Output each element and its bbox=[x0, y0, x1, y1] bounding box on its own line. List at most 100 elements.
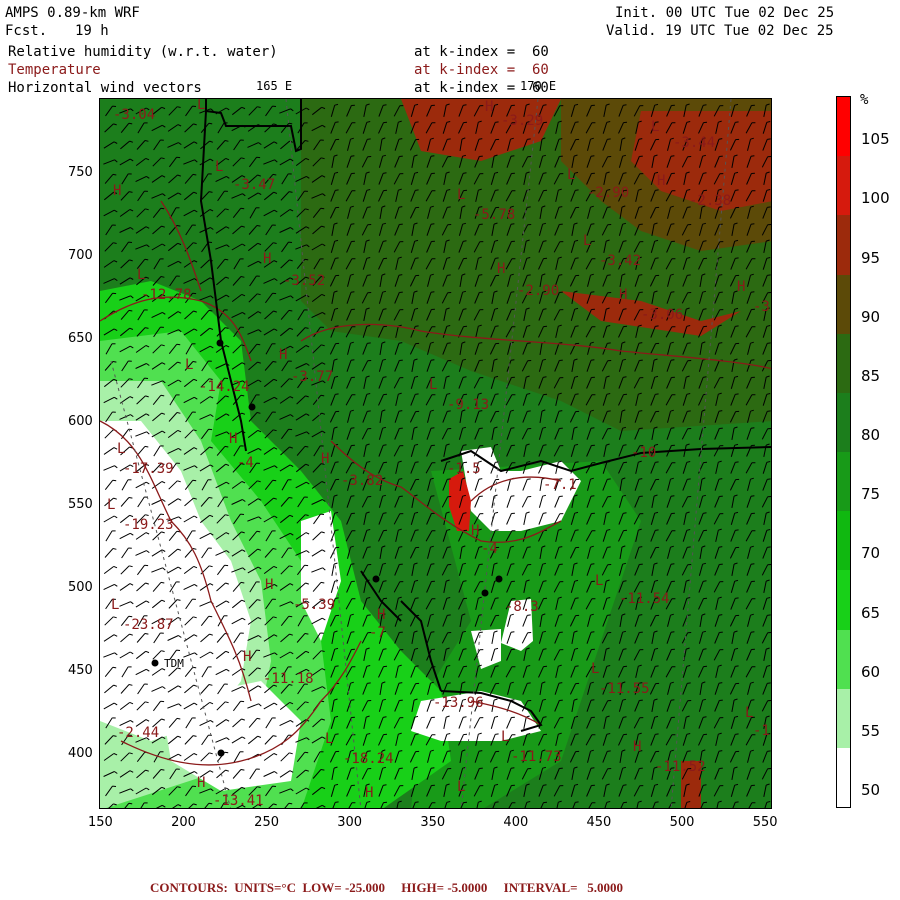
low-marker: L bbox=[595, 573, 603, 589]
colorbar-segment bbox=[837, 452, 850, 512]
wind-barb-flag bbox=[430, 631, 435, 633]
wind-barb-flag bbox=[767, 614, 771, 616]
temperature-value-label: -3.47 bbox=[233, 177, 275, 193]
wind-barb-flag bbox=[495, 189, 499, 191]
map-plot-area[interactable]: -3.04 -3.47 -3.29 -3.44 -5.78 -2.90 -2.38 -3.52… bbox=[99, 98, 772, 809]
high-marker: H bbox=[263, 251, 271, 267]
wind-barb-flag bbox=[590, 359, 595, 361]
wind-barb-flag bbox=[176, 343, 181, 346]
temperature-value-label: -3.52 bbox=[283, 273, 325, 289]
wind-barb-flag bbox=[638, 342, 643, 344]
station-tdm-dot[interactable] bbox=[151, 659, 159, 667]
wind-barb-flag bbox=[623, 376, 627, 378]
y-tick-label: 750 bbox=[68, 164, 93, 180]
wind-barb-flag bbox=[398, 614, 403, 616]
high-marker: H bbox=[737, 279, 745, 295]
x-tick-label: 350 bbox=[420, 815, 446, 830]
temperature-value-label: -3.42 bbox=[599, 253, 641, 269]
wind-barb-flag bbox=[718, 682, 723, 684]
station-dot[interactable] bbox=[216, 339, 224, 347]
wind-barb-flag bbox=[335, 665, 339, 667]
temperature-value-label: -11.54 bbox=[619, 591, 670, 607]
wind-barb-flag bbox=[463, 444, 467, 446]
wind-barb-flag bbox=[655, 801, 659, 803]
wind-barb-flag bbox=[320, 394, 325, 397]
low-marker: L bbox=[567, 167, 575, 183]
wind-barb-flag bbox=[575, 665, 579, 667]
temperature-value-label: -7 bbox=[369, 625, 386, 641]
wind-barb-flag bbox=[335, 257, 339, 259]
temperature-value-label: -11.73 bbox=[511, 749, 562, 765]
wind-barb-flag bbox=[430, 223, 435, 225]
colorbar-label: 100 bbox=[861, 189, 890, 208]
wind-barb-flag bbox=[383, 512, 387, 514]
lon-label-165e: 165 E bbox=[256, 79, 293, 93]
colorbar-label: 65 bbox=[861, 603, 881, 622]
wind-barb-flag bbox=[240, 207, 245, 210]
high-marker: H bbox=[243, 649, 251, 665]
colorbar-label: 85 bbox=[861, 366, 881, 385]
y-tick-label: 600 bbox=[68, 413, 93, 429]
wind-barb-flag bbox=[430, 155, 435, 157]
field-wind-name: Horizontal wind vectors bbox=[8, 80, 202, 96]
wind-barb-flag bbox=[495, 393, 499, 395]
wind-barb-flag bbox=[638, 614, 643, 616]
wind-barb-flag bbox=[415, 801, 419, 803]
wind-barb-flag bbox=[623, 716, 627, 718]
wind-barb-flag bbox=[176, 225, 181, 227]
wind-barb-flag bbox=[590, 291, 595, 293]
wind-barb-flag bbox=[335, 461, 339, 463]
low-marker: L bbox=[501, 729, 509, 745]
station-dot[interactable] bbox=[481, 589, 489, 597]
wind-barb-flag bbox=[495, 325, 499, 327]
high-marker: H bbox=[657, 173, 665, 189]
wind-barb-flag bbox=[718, 274, 723, 276]
wind-barb-flag bbox=[575, 189, 579, 191]
wind-barb-flag bbox=[478, 138, 483, 140]
wind-barb-flag bbox=[623, 240, 627, 242]
wind-barb-flag bbox=[687, 682, 691, 684]
wind-barb-flag bbox=[272, 479, 277, 482]
high-marker: H bbox=[265, 577, 273, 593]
temperature-value-label: -4 bbox=[481, 541, 498, 557]
temperature-value-label: -3.82 bbox=[341, 473, 383, 489]
wind-barb-flag bbox=[144, 445, 149, 448]
wind-barb-flag bbox=[383, 308, 387, 310]
wind-barb-flag bbox=[128, 497, 133, 499]
wind-barb-flag bbox=[543, 240, 547, 242]
wind-barb-flag bbox=[256, 343, 261, 346]
wind-barb-flag bbox=[607, 614, 611, 616]
wind-barb-flag bbox=[415, 733, 419, 735]
x-tick-label: 300 bbox=[337, 815, 363, 830]
wind-barb-flag bbox=[478, 342, 483, 344]
wind-barb-flag bbox=[750, 359, 755, 361]
station-dot[interactable] bbox=[248, 403, 256, 411]
wind-barb-flag bbox=[463, 376, 467, 378]
wind-barb-flag bbox=[478, 274, 483, 276]
wind-barb-flag bbox=[335, 801, 339, 803]
high-marker: H bbox=[229, 431, 237, 447]
wind-barb-flag bbox=[447, 274, 451, 276]
wind-barb-flag bbox=[398, 206, 403, 208]
wind-barb-flag bbox=[272, 173, 277, 176]
wind-barb-flag bbox=[558, 614, 563, 616]
wind-barb-flag bbox=[430, 359, 435, 361]
wind-barb-flag bbox=[558, 274, 563, 276]
wind-barb-flag bbox=[575, 393, 579, 395]
station-dot[interactable] bbox=[217, 749, 225, 757]
wind-barb-flag bbox=[623, 512, 627, 514]
station-dot[interactable] bbox=[372, 575, 380, 583]
wind-barb-flag bbox=[703, 444, 707, 446]
wind-barb-flag bbox=[495, 801, 499, 803]
wind-barb-flag bbox=[447, 478, 451, 480]
wind-barb-flag bbox=[415, 665, 419, 667]
wind-barb-flag bbox=[750, 223, 755, 225]
high-marker: H bbox=[497, 261, 505, 277]
wind-barb-flag bbox=[703, 172, 707, 174]
wind-barb-flag bbox=[398, 410, 403, 412]
wind-barb-flag bbox=[703, 784, 707, 786]
wind-barb-flag bbox=[623, 172, 627, 174]
station-dot[interactable] bbox=[495, 575, 503, 583]
wind-barb-flag bbox=[447, 682, 451, 684]
wind-barb-flag bbox=[687, 410, 691, 412]
